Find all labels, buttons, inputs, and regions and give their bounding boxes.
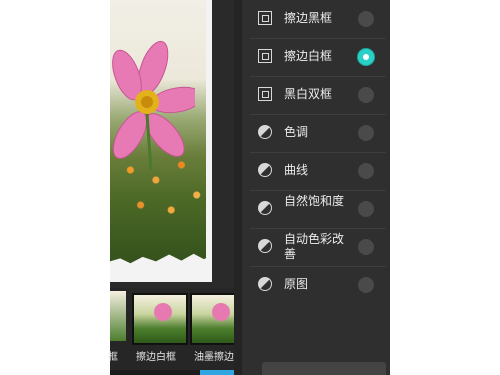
menu-item-label: 擦边白框 <box>284 49 333 63</box>
thumb-label-partial: 框 <box>108 352 118 363</box>
left-background <box>0 0 110 375</box>
menu-item-label: 色调 <box>284 125 309 139</box>
menu-item-label: 擦边黑框 <box>284 11 333 25</box>
adjust-circle-icon <box>258 239 272 253</box>
square-frame-icon <box>258 49 272 63</box>
menu-item-white-frame[interactable]: 擦边白框 <box>250 38 386 77</box>
adjust-circle-icon <box>258 125 272 139</box>
original-image-icon <box>258 277 272 291</box>
menu-item-black-frame[interactable]: 擦边黑框 <box>250 0 386 39</box>
radio-button-selected[interactable] <box>358 49 374 65</box>
thumb-label-white-frame: 擦边白框 <box>136 352 176 363</box>
square-frame-icon <box>258 11 272 25</box>
radio-button[interactable] <box>358 125 374 141</box>
radio-button[interactable] <box>358 239 374 255</box>
menu-item-double-frame[interactable]: 黑白双框 <box>250 76 386 115</box>
menu-item-label: 自然饱和度 <box>284 194 345 208</box>
menu-item-label: 黑白双框 <box>284 87 333 101</box>
radio-button[interactable] <box>358 11 374 27</box>
radio-button[interactable] <box>358 277 374 293</box>
menu-item-curves[interactable]: 曲线 <box>250 152 386 191</box>
white-frame-edge <box>206 0 212 282</box>
menu-item-tone[interactable]: 色调 <box>250 114 386 153</box>
radio-button[interactable] <box>358 163 374 179</box>
menu-item-label: 原图 <box>284 277 309 291</box>
radio-button[interactable] <box>358 87 374 103</box>
photo-preview <box>110 0 234 288</box>
thumb-partial[interactable] <box>110 291 126 341</box>
active-tab-indicator[interactable] <box>200 370 234 375</box>
thumb-label-ink-edge: 油墨擦边 <box>194 352 234 363</box>
menu-item-vibrance[interactable]: 自然饱和度 <box>250 190 386 229</box>
panel-bottom-button[interactable] <box>262 362 386 375</box>
thumb-white-frame[interactable] <box>132 293 188 345</box>
right-background <box>390 0 500 375</box>
menu-item-label: 自动色彩改善 <box>284 232 345 261</box>
menu-item-original[interactable]: 原图 <box>250 266 386 304</box>
square-frame-icon <box>258 87 272 101</box>
torn-frame-bottom <box>110 253 212 282</box>
effects-menu-panel: 擦边黑框 擦边白框 黑白双框 色调 曲线 自然饱和度 自动色彩改善 原图 <box>234 0 390 375</box>
filter-thumbnail-strip: 擦边白框 油墨擦边 <box>110 288 246 375</box>
adjust-circle-icon <box>258 163 272 177</box>
edited-photo <box>110 0 212 282</box>
menu-item-label: 曲线 <box>284 163 309 177</box>
adjust-circle-icon <box>258 201 272 215</box>
menu-item-auto-color[interactable]: 自动色彩改善 <box>250 228 386 267</box>
cosmos-flower <box>112 40 195 170</box>
radio-button[interactable] <box>358 201 374 217</box>
